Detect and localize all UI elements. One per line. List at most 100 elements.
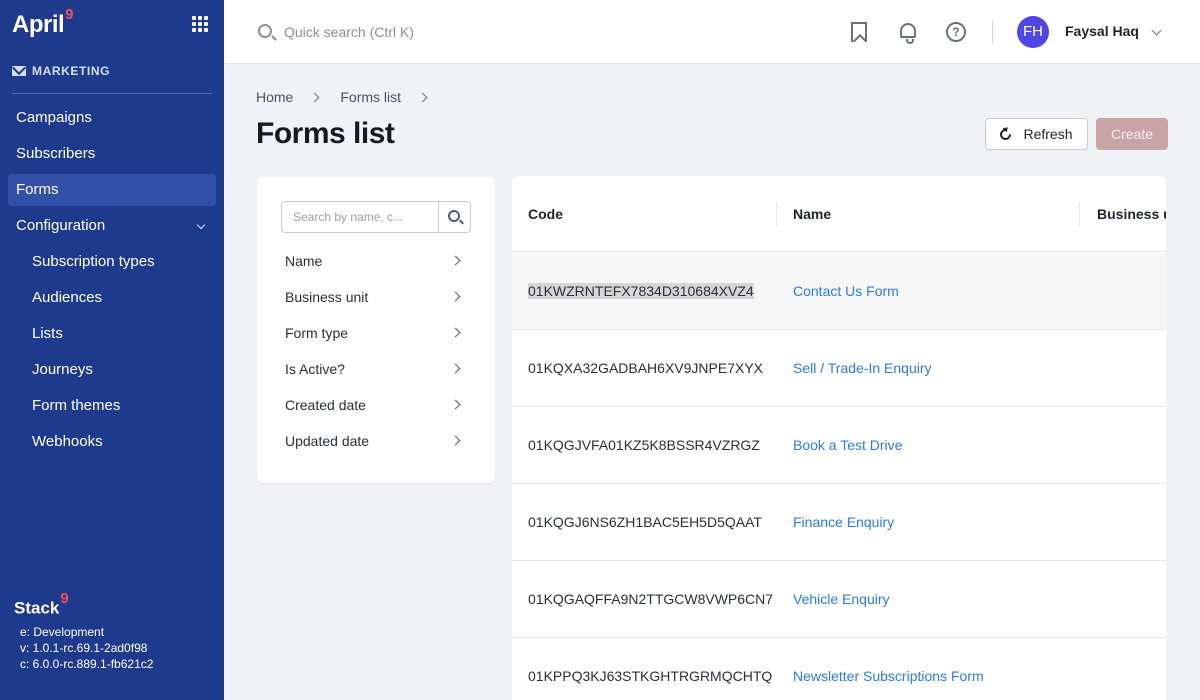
- sidebar-item-audiences[interactable]: Audiences: [8, 282, 216, 314]
- sidebar: April9 MARKETING Campaigns Subscribers F…: [0, 0, 224, 700]
- brand-name: April: [12, 11, 65, 38]
- cell-code: 01KQGJ6NS6ZH1BAC5EH5D5QAAT: [528, 514, 762, 530]
- apps-grid-icon[interactable]: [192, 16, 208, 32]
- sidebar-item-label: Forms: [16, 181, 59, 198]
- sidebar-item-label: Webhooks: [32, 433, 103, 450]
- stack-badge: 9: [60, 590, 69, 607]
- filter-created-date[interactable]: Created date: [285, 387, 461, 423]
- table-row[interactable]: 01KQGJ6NS6ZH1BAC5EH5D5QAAT Finance Enqui…: [512, 484, 1166, 561]
- quick-search-input[interactable]: [284, 21, 584, 43]
- cell-code: 01KQGJVFA01KZ5K8BSSR4VZRGZ: [528, 437, 760, 453]
- sidebar-item-configuration[interactable]: Configuration: [8, 210, 216, 242]
- top-bar: ? FH Faysal Haq: [224, 0, 1200, 64]
- user-name[interactable]: Faysal Haq: [1065, 23, 1139, 39]
- chevron-right-icon: [450, 435, 461, 446]
- chevron-right-icon: [450, 327, 461, 338]
- form-name-link[interactable]: Finance Enquiry: [793, 514, 894, 530]
- breadcrumb: Home Forms list: [256, 89, 448, 105]
- filter-list: Name Business unit Form type Is Active? …: [285, 243, 461, 459]
- sidebar-nav: Campaigns Subscribers Forms Configuratio…: [8, 102, 216, 462]
- chevron-down-icon: [196, 220, 206, 230]
- sidebar-item-label: Subscribers: [16, 145, 96, 162]
- breadcrumb-forms-list[interactable]: Forms list: [340, 89, 401, 105]
- form-name-link[interactable]: Vehicle Enquiry: [793, 591, 890, 607]
- form-name-link[interactable]: Contact Us Form: [793, 283, 899, 299]
- brand-badge: 9: [65, 6, 74, 23]
- column-resize-handle[interactable]: [776, 202, 777, 226]
- section-label: MARKETING: [32, 64, 111, 78]
- help-icon[interactable]: ?: [946, 22, 966, 42]
- sidebar-item-label: Subscription types: [32, 253, 155, 270]
- chevron-right-icon: [450, 399, 461, 410]
- filter-search: [281, 201, 471, 233]
- create-button[interactable]: Create: [1096, 118, 1168, 150]
- env-line: e: Development: [20, 625, 105, 639]
- table-row[interactable]: 01KQGAQFFA9N2TTGCW8VWP6CN7 Vehicle Enqui…: [512, 561, 1166, 638]
- column-resize-handle[interactable]: [1079, 202, 1080, 226]
- search-icon: [448, 210, 460, 222]
- section-header: MARKETING: [12, 64, 110, 78]
- sidebar-item-subscription-types[interactable]: Subscription types: [8, 246, 216, 278]
- sidebar-item-forms[interactable]: Forms: [8, 174, 216, 206]
- column-header-business-unit[interactable]: Business un: [1097, 206, 1166, 222]
- chevron-right-icon: [450, 363, 461, 374]
- sidebar-item-label: Campaigns: [16, 109, 92, 126]
- breadcrumb-home[interactable]: Home: [256, 89, 293, 105]
- cell-code: 01KPPQ3KJ63STKGHTRGRMQCHTQ: [528, 668, 773, 684]
- app-logo[interactable]: April9: [12, 6, 74, 39]
- refresh-icon: [998, 126, 1014, 142]
- mail-icon: [12, 66, 26, 76]
- refresh-button[interactable]: Refresh: [985, 118, 1088, 150]
- cell-code: 01KQGAQFFA9N2TTGCW8VWP6CN7: [528, 591, 774, 607]
- form-name-link[interactable]: Sell / Trade-In Enquiry: [793, 360, 932, 376]
- filter-business-unit[interactable]: Business unit: [285, 279, 461, 315]
- stack-logo: Stack9: [14, 590, 69, 619]
- stack-name: Stack: [14, 598, 60, 618]
- filter-label: Business unit: [285, 289, 369, 305]
- filter-form-type[interactable]: Form type: [285, 315, 461, 351]
- sidebar-item-form-themes[interactable]: Form themes: [8, 390, 216, 422]
- bookmark-icon[interactable]: [851, 22, 867, 42]
- avatar[interactable]: FH: [1017, 16, 1049, 48]
- filter-is-active[interactable]: Is Active?: [285, 351, 461, 387]
- sidebar-item-label: Lists: [32, 325, 63, 342]
- chevron-right-icon: [450, 291, 461, 302]
- sidebar-item-label: Audiences: [32, 289, 103, 306]
- filter-updated-date[interactable]: Updated date: [285, 423, 461, 459]
- table-row[interactable]: 01KQGJVFA01KZ5K8BSSR4VZRGZ Book a Test D…: [512, 407, 1166, 484]
- filter-label: Name: [285, 253, 323, 269]
- forms-table: Code Name Business un 01KWZRNTEFX7834D31…: [512, 176, 1166, 700]
- chevron-down-icon[interactable]: [1151, 25, 1162, 36]
- filter-label: Form type: [285, 325, 349, 341]
- chevron-right-icon: [309, 92, 320, 102]
- chevron-right-icon: [417, 92, 428, 102]
- filter-name[interactable]: Name: [285, 243, 461, 279]
- form-name-link[interactable]: Newsletter Subscriptions Form: [793, 668, 984, 684]
- sidebar-item-subscribers[interactable]: Subscribers: [8, 138, 216, 170]
- sidebar-item-webhooks[interactable]: Webhooks: [8, 426, 216, 458]
- chevron-right-icon: [450, 255, 461, 266]
- filter-label: Updated date: [285, 433, 370, 449]
- core-line: c: 6.0.0-rc.889.1-fb621c2: [20, 657, 154, 671]
- sidebar-item-campaigns[interactable]: Campaigns: [8, 102, 216, 134]
- table-row[interactable]: 01KWZRNTEFX7834D310684XVZ4 Contact Us Fo…: [512, 253, 1166, 330]
- sidebar-item-lists[interactable]: Lists: [8, 318, 216, 350]
- column-header-name[interactable]: Name: [793, 206, 831, 222]
- bell-icon[interactable]: [900, 23, 916, 44]
- sidebar-item-label: Configuration: [16, 217, 106, 234]
- form-name-link[interactable]: Book a Test Drive: [793, 437, 902, 453]
- filter-search-input[interactable]: [282, 202, 439, 232]
- filter-label: Is Active?: [285, 361, 345, 377]
- cell-code: 01KQXA32GADBAH6XV9JNPE7XYX: [528, 360, 764, 376]
- cell-code: 01KWZRNTEFX7834D310684XVZ4: [528, 283, 754, 299]
- environment-info: e: Development v: 1.0.1-rc.69.1-2ad0f98 …: [20, 624, 153, 672]
- column-header-code[interactable]: Code: [528, 206, 563, 222]
- sidebar-divider: [12, 93, 212, 94]
- page-title: Forms list: [256, 117, 395, 150]
- sidebar-item-journeys[interactable]: Journeys: [8, 354, 216, 386]
- filter-search-button[interactable]: [439, 202, 470, 232]
- search-icon: [258, 24, 272, 38]
- sidebar-item-label: Form themes: [32, 397, 121, 414]
- table-row[interactable]: 01KPPQ3KJ63STKGHTRGRMQCHTQ Newsletter Su…: [512, 638, 1166, 700]
- table-row[interactable]: 01KQXA32GADBAH6XV9JNPE7XYX Sell / Trade-…: [512, 330, 1166, 407]
